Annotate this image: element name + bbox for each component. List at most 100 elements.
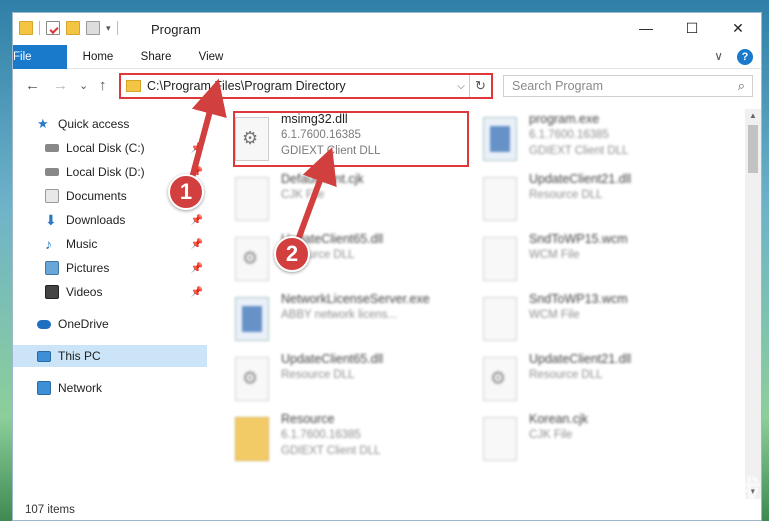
- ribbon-right-controls: ∨ ?: [714, 49, 753, 65]
- file-name: Default.font.cjk: [281, 172, 364, 186]
- videos-icon: [45, 285, 59, 299]
- exe-icon: [235, 297, 269, 341]
- chevron-down-icon[interactable]: ⌵: [453, 81, 469, 92]
- pin-icon[interactable]: 📌: [191, 263, 203, 274]
- pin-icon[interactable]: 📌: [191, 215, 203, 226]
- sidebar-item-label: Downloads: [66, 213, 126, 227]
- status-bar: 107 items: [13, 499, 761, 520]
- file-item[interactable]: SndToWP13.wcm WCM File: [483, 291, 713, 347]
- sidebar-item-this-pc[interactable]: This PC: [13, 345, 207, 367]
- file-icon: [483, 177, 517, 221]
- dll-icon: [483, 357, 517, 401]
- expand-ribbon-button[interactable]: ∨: [714, 49, 723, 65]
- sidebar-item-music[interactable]: ♪ Music 📌: [13, 233, 207, 255]
- downloads-icon: ⬇: [45, 212, 57, 228]
- file-item[interactable]: Default.font.cjk CJK File: [235, 171, 465, 227]
- properties-icon[interactable]: [46, 21, 60, 35]
- file-list: msimg32.dll 6.1.7600.16385 GDIEXT Client…: [213, 109, 743, 499]
- maximize-button[interactable]: ☐: [669, 13, 715, 43]
- close-button[interactable]: ✕: [715, 13, 761, 43]
- file-name: Korean.cjk: [529, 412, 589, 426]
- sidebar-item-label: OneDrive: [58, 317, 109, 331]
- up-button[interactable]: ↑: [99, 77, 107, 94]
- tab-view[interactable]: View: [189, 45, 233, 69]
- vertical-scrollbar[interactable]: ▲ ▼: [745, 109, 761, 499]
- file-item[interactable]: UpdateClient65.dll Resource DLL: [235, 351, 465, 407]
- pictures-icon: [45, 261, 59, 275]
- file-icon: [483, 297, 517, 341]
- file-type: WCM File: [529, 249, 580, 261]
- tab-home[interactable]: Home: [75, 45, 121, 69]
- folder-icon: [235, 417, 269, 461]
- file-type: Resource DLL: [529, 189, 603, 201]
- ribbon-tabs: File Home Share View ∨ ?: [13, 45, 761, 101]
- file-type: Resource DLL: [529, 369, 603, 381]
- scrollbar-thumb[interactable]: [748, 125, 758, 173]
- search-icon[interactable]: ⌕: [738, 78, 745, 94]
- file-item[interactable]: SndToWP15.wcm WCM File: [483, 231, 713, 287]
- search-input[interactable]: Search Program ⌕: [503, 75, 753, 97]
- sidebar-item-label: This PC: [58, 349, 101, 363]
- file-type: CJK File: [281, 189, 325, 201]
- sidebar-item-label: Local Disk (D:): [66, 165, 145, 179]
- sidebar-item-network[interactable]: Network: [13, 377, 207, 399]
- file-item[interactable]: Korean.cjk CJK File: [483, 411, 713, 467]
- window-controls: — ☐ ✕: [623, 13, 761, 43]
- dll-icon: [235, 357, 269, 401]
- file-name: SndToWP15.wcm: [529, 232, 628, 246]
- sidebar-item-label: Music: [66, 237, 98, 251]
- file-name: NetworkLicenseServer.exe: [281, 292, 430, 306]
- drive-icon: [45, 144, 59, 152]
- sidebar-item-local-disk-c[interactable]: Local Disk (C:) 📌: [13, 137, 207, 159]
- star-icon: ★: [37, 116, 49, 131]
- navigation-pane: ★ Quick access Local Disk (C:) 📌 Local D…: [13, 111, 207, 501]
- file-description: GDIEXT Client DLL: [529, 145, 629, 157]
- sidebar-item-label: Pictures: [66, 261, 110, 275]
- tab-share[interactable]: Share: [131, 45, 181, 69]
- this-pc-icon: [37, 350, 51, 362]
- sidebar-item-quick-access[interactable]: ★ Quick access: [13, 113, 207, 135]
- pin-icon[interactable]: 📌: [191, 143, 203, 154]
- help-icon[interactable]: ?: [737, 49, 753, 65]
- sidebar-item-onedrive[interactable]: OneDrive: [13, 313, 207, 335]
- sidebar-item-label: Quick access: [58, 117, 130, 131]
- pin-icon[interactable]: 📌: [191, 239, 203, 250]
- file-item[interactable]: program.exe 6.1.7600.16385 GDIEXT Client…: [483, 111, 713, 167]
- scroll-up-icon[interactable]: ▲: [745, 109, 761, 123]
- sidebar-item-label: Documents: [66, 189, 127, 203]
- file-item[interactable]: UpdateClient65.dll Resource DLL: [235, 231, 465, 287]
- music-icon: ♪: [45, 236, 52, 252]
- file-type: CJK File: [529, 429, 573, 441]
- folder-icon: [19, 21, 33, 35]
- customize-toolbar-icon[interactable]: [86, 21, 100, 35]
- file-explorer-window: ▾ Program — ☐ ✕ File Home Share View ∨ ?…: [12, 12, 762, 521]
- minimize-button[interactable]: —: [623, 13, 669, 43]
- file-item[interactable]: UpdateClient21.dll Resource DLL: [483, 171, 713, 227]
- file-description: GDIEXT Client DLL: [281, 445, 381, 457]
- chevron-down-icon[interactable]: ▾: [106, 23, 111, 34]
- sidebar-item-label: Network: [58, 381, 103, 395]
- window-title: Program: [151, 22, 201, 37]
- quick-access-toolbar: ▾: [19, 21, 118, 35]
- file-item[interactable]: UpdateClient21.dll Resource DLL: [483, 351, 713, 407]
- sidebar-item-pictures[interactable]: Pictures 📌: [13, 257, 207, 279]
- divider: [39, 21, 40, 35]
- network-icon: [37, 381, 51, 395]
- search-placeholder: Search Program: [512, 79, 604, 93]
- sidebar-item-videos[interactable]: Videos 📌: [13, 281, 207, 303]
- file-type: Resource DLL: [281, 369, 355, 381]
- file-item[interactable]: Resource 6.1.7600.16385 GDIEXT Client DL…: [235, 411, 465, 467]
- file-item[interactable]: NetworkLicenseServer.exe ABBY network li…: [235, 291, 465, 347]
- forward-button[interactable]: →: [53, 77, 68, 94]
- sidebar-item-downloads[interactable]: ⬇ Downloads 📌: [13, 209, 207, 231]
- address-path[interactable]: C:\Program Files\Program Directory: [147, 79, 453, 93]
- new-folder-icon[interactable]: [66, 21, 80, 35]
- refresh-button[interactable]: ↻: [469, 75, 491, 97]
- documents-icon: [45, 189, 59, 203]
- back-button[interactable]: ←: [25, 77, 40, 94]
- file-type: WCM File: [529, 309, 580, 321]
- watermark: 下载: [693, 475, 761, 513]
- address-bar[interactable]: C:\Program Files\Program Directory ⌵ ↻: [119, 73, 493, 99]
- recent-locations-button[interactable]: ⌄: [79, 79, 88, 92]
- pin-icon[interactable]: 📌: [191, 287, 203, 298]
